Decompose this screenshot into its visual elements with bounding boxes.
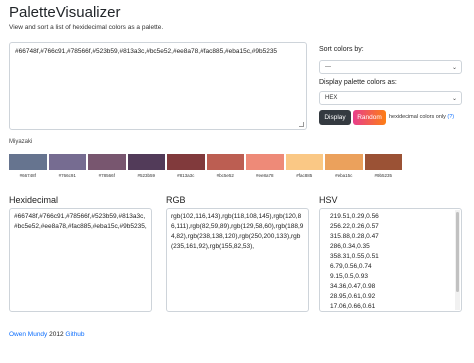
chevron-down-icon: ⌄ bbox=[451, 96, 457, 102]
swatch-chip bbox=[127, 154, 165, 170]
swatch: #523b59 bbox=[127, 154, 165, 178]
hsv-line: 9.15,0.5,0.93 bbox=[330, 273, 368, 280]
app-title: PaletteVisualizer bbox=[9, 4, 121, 21]
swatch-chip bbox=[167, 154, 205, 170]
scrollbar[interactable] bbox=[455, 210, 460, 310]
display-as-select-value: HEX bbox=[325, 95, 338, 101]
display-as-select[interactable]: HEX ⌄ bbox=[319, 91, 462, 105]
swatch-label: #813a3c bbox=[177, 173, 195, 178]
swatch-row: #66748f #766c91 #78566f #523b59 #813a3c #bc5e… bbox=[9, 154, 402, 178]
hsv-line: 358.31,0.55,0.51 bbox=[330, 253, 379, 260]
swatch-label: #fac885 bbox=[296, 173, 313, 178]
author-link[interactable]: Owen Mundy bbox=[9, 331, 47, 338]
swatch-label: #766c91 bbox=[58, 173, 76, 178]
hsv-line: 34.36,0.47,0.98 bbox=[330, 283, 376, 290]
hsv-column-title: HSV bbox=[319, 195, 338, 205]
help-link[interactable]: (?) bbox=[447, 114, 454, 120]
hsv-output[interactable]: 219.51,0.29,0.56 256.22,0.26,0.57 315.88,0… bbox=[319, 208, 462, 312]
github-link[interactable]: Github bbox=[65, 331, 84, 338]
swatch-label: #9b5235 bbox=[374, 173, 393, 178]
sort-select[interactable]: --- ⌄ bbox=[319, 60, 462, 74]
hex-note-text: hexidecimal colors only bbox=[389, 114, 446, 120]
hex-column-title: Hexidecimal bbox=[9, 195, 59, 205]
chevron-down-icon: ⌄ bbox=[451, 65, 457, 71]
random-button[interactable]: Random bbox=[353, 110, 386, 125]
swatch-chip bbox=[9, 154, 47, 170]
swatch: #766c91 bbox=[48, 154, 86, 178]
swatch: #fac885 bbox=[285, 154, 323, 178]
swatch-label: #66748f bbox=[19, 173, 36, 178]
swatch-chip bbox=[364, 154, 402, 170]
swatch-label: #bc5e52 bbox=[216, 173, 234, 178]
hex-output-text: #66748f,#766c91,#78566f,#523b59,#813a3c,… bbox=[14, 213, 147, 230]
swatch: #78566f bbox=[88, 154, 126, 178]
hsv-line: 315.88,0.28,0.47 bbox=[330, 233, 379, 240]
swatch: #ee8a78 bbox=[246, 154, 284, 178]
swatch-label: #ee8a78 bbox=[255, 173, 274, 178]
footer: Owen Mundy 2012 Github bbox=[9, 331, 85, 338]
hex-note: hexidecimal colors only (?) bbox=[389, 114, 454, 120]
hsv-line: 256.22,0.26,0.57 bbox=[330, 223, 379, 230]
swatch-chip bbox=[206, 154, 244, 170]
display-as-label: Display palette colors as: bbox=[319, 79, 397, 86]
swatch: #eba15c bbox=[325, 154, 363, 178]
swatch: #9b5235 bbox=[364, 154, 402, 178]
swatch: #66748f bbox=[9, 154, 47, 178]
swatch-chip bbox=[88, 154, 126, 170]
app-subtitle: View and sort a list of hexidecimal colo… bbox=[9, 24, 164, 31]
hsv-line: 28.95,0.61,0.92 bbox=[330, 293, 376, 300]
swatch-chip bbox=[246, 154, 284, 170]
color-input-value: #66748f,#766c91,#78566f,#523b59,#813a3c,… bbox=[15, 48, 278, 55]
swatch-chip bbox=[285, 154, 323, 170]
hsv-lines: 219.51,0.29,0.56 256.22,0.26,0.57 315.88,0… bbox=[330, 212, 457, 311]
rgb-column-title: RGB bbox=[166, 195, 186, 205]
scrollbar-thumb[interactable] bbox=[456, 212, 459, 292]
hex-output[interactable]: #66748f,#766c91,#78566f,#523b59,#813a3c,… bbox=[9, 208, 152, 312]
hsv-line: 6.79,0.56,0.74 bbox=[330, 263, 372, 270]
swatch-label: #78566f bbox=[98, 173, 115, 178]
sort-select-value: --- bbox=[325, 64, 331, 70]
swatch-chip bbox=[48, 154, 86, 170]
swatch-chip bbox=[325, 154, 363, 170]
resize-grip[interactable] bbox=[299, 122, 304, 127]
display-button[interactable]: Display bbox=[319, 110, 351, 125]
swatch: #813a3c bbox=[167, 154, 205, 178]
swatch: #bc5e52 bbox=[206, 154, 244, 178]
sort-label: Sort colors by: bbox=[319, 46, 364, 53]
hsv-line: 219.51,0.29,0.56 bbox=[330, 213, 379, 220]
swatch-label: #523b59 bbox=[137, 173, 156, 178]
swatch-label: #eba15c bbox=[335, 173, 353, 178]
hsv-line: 286,0.34,0.35 bbox=[330, 243, 370, 250]
color-input-textarea[interactable]: #66748f,#766c91,#78566f,#523b59,#813a3c,… bbox=[9, 42, 307, 130]
palette-name: Miyazaki bbox=[9, 139, 33, 145]
hsv-line: 17.06,0.66,0.61 bbox=[330, 303, 376, 310]
rgb-output-text: rgb(102,116,143),rgb(118,108,145),rgb(12… bbox=[171, 213, 304, 250]
rgb-output[interactable]: rgb(102,116,143),rgb(118,108,145),rgb(12… bbox=[166, 208, 309, 312]
footer-year: 2012 bbox=[49, 331, 64, 338]
